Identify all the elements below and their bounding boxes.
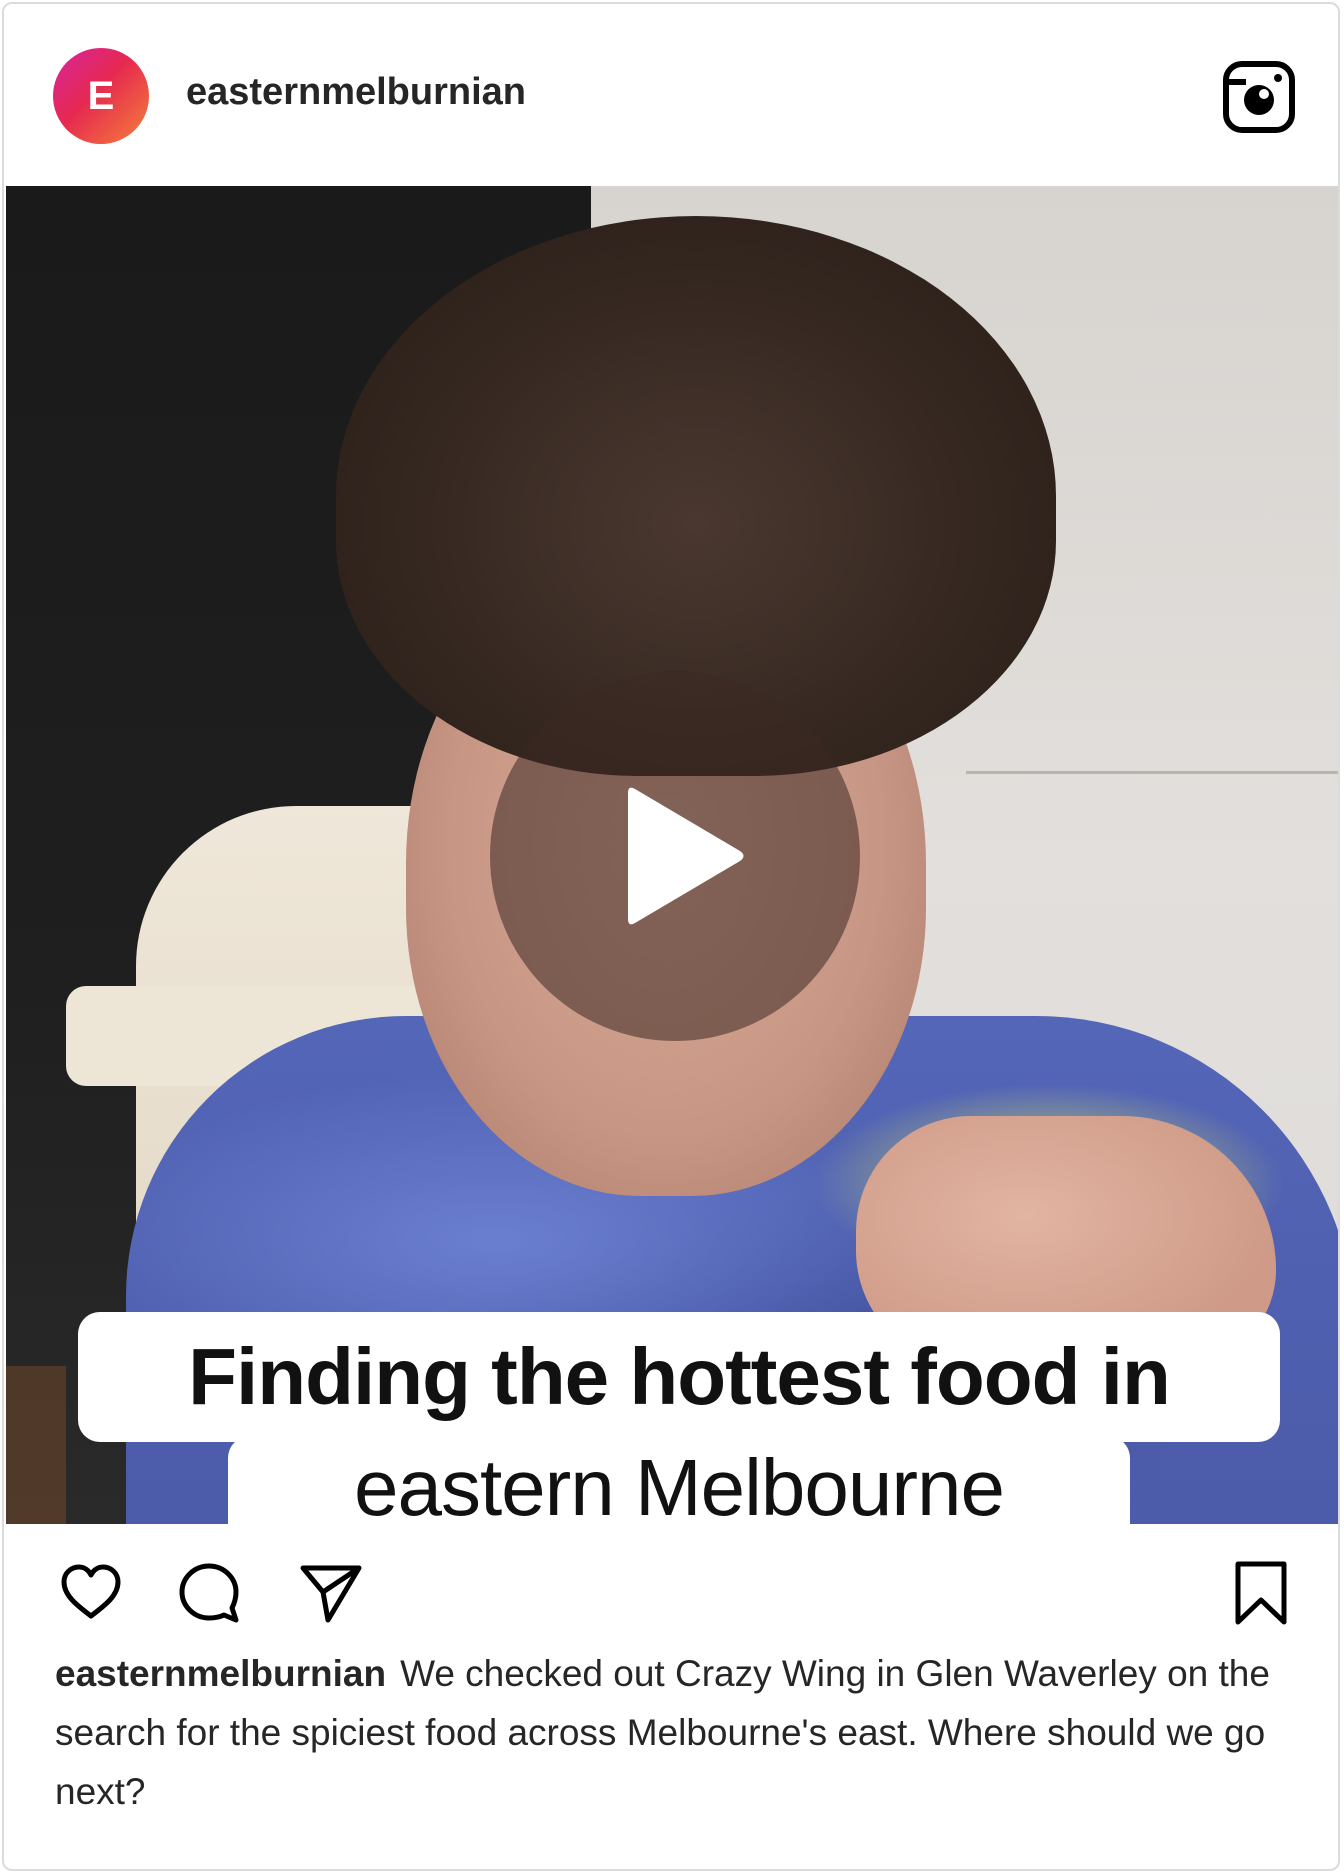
- wall-line: [966, 771, 1338, 774]
- share-button[interactable]: [298, 1560, 364, 1626]
- bookmark-icon: [1235, 1561, 1287, 1625]
- play-icon: [628, 787, 744, 925]
- post-caption: easternmelburnian We checked out Crazy Wi…: [55, 1644, 1295, 1821]
- play-button[interactable]: [490, 671, 860, 1041]
- video-media[interactable]: Finding the hottest food in eastern Melb…: [6, 186, 1338, 1524]
- food-corner: [6, 1366, 66, 1524]
- instagram-icon[interactable]: [1222, 60, 1296, 134]
- avatar-letter: E: [87, 73, 115, 118]
- save-button[interactable]: [1228, 1560, 1294, 1626]
- caption-username[interactable]: easternmelburnian: [55, 1653, 386, 1694]
- comment-button[interactable]: [176, 1560, 242, 1626]
- post-header: E easternmelburnian: [4, 4, 1338, 184]
- instagram-post-card: E easternmelburnian Finding the hottest …: [2, 2, 1340, 1871]
- like-button[interactable]: [58, 1560, 124, 1626]
- video-caption-line2: eastern Melbourne: [228, 1436, 1130, 1524]
- share-icon: [300, 1565, 362, 1623]
- comment-icon: [179, 1563, 239, 1623]
- heart-icon: [61, 1564, 121, 1619]
- video-caption-line1: Finding the hottest food in: [78, 1312, 1280, 1442]
- action-bar: [4, 1524, 1338, 1644]
- avatar[interactable]: E: [53, 48, 149, 144]
- username[interactable]: easternmelburnian: [186, 71, 526, 114]
